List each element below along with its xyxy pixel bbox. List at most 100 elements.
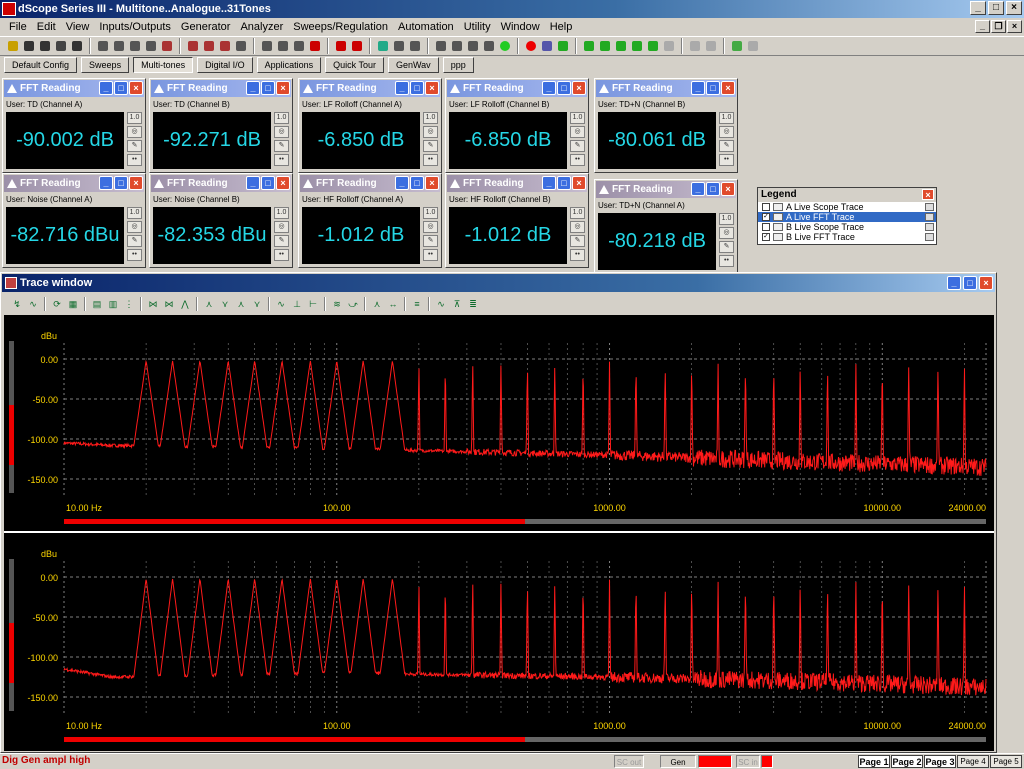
legend-item-a-scope[interactable]: A Live Scope Trace: [758, 202, 936, 212]
trace-tool-icon[interactable]: ↯: [10, 298, 24, 311]
settings-icon[interactable]: ◎: [274, 221, 289, 233]
trace-tool-icon[interactable]: ⋈: [146, 298, 160, 311]
panel-close-button[interactable]: ×: [572, 81, 586, 95]
scale-button[interactable]: 1.0: [423, 207, 438, 219]
toolbar-tool-icon[interactable]: [730, 39, 744, 53]
trace-tool-icon[interactable]: ⊼: [450, 298, 464, 311]
toolbar-tool-icon[interactable]: [614, 39, 628, 53]
more-icon[interactable]: ••: [127, 154, 142, 166]
more-icon[interactable]: ••: [423, 249, 438, 261]
minimize-button[interactable]: _: [970, 1, 986, 15]
toolbar-tool-icon[interactable]: [704, 39, 718, 53]
trace-tool-icon[interactable]: ▥: [106, 298, 120, 311]
panel-close-button[interactable]: ×: [129, 176, 143, 190]
more-icon[interactable]: ••: [719, 154, 734, 166]
toolbar-tool-icon[interactable]: [646, 39, 660, 53]
scale-button[interactable]: 1.0: [423, 112, 438, 124]
panel-maximize-button[interactable]: □: [706, 81, 720, 95]
menu-automation[interactable]: Automation: [393, 18, 459, 36]
panel-minimize-button[interactable]: _: [542, 81, 556, 95]
menu-utility[interactable]: Utility: [459, 18, 496, 36]
settings-icon[interactable]: ◎: [423, 221, 438, 233]
applications-button[interactable]: Applications: [256, 57, 322, 73]
panel-close-button[interactable]: ×: [572, 176, 586, 190]
log-icon[interactable]: ✎: [570, 235, 585, 247]
panel-close-button[interactable]: ×: [721, 81, 735, 95]
trace-tool-icon[interactable]: ∿: [26, 298, 40, 311]
scale-button[interactable]: 1.0: [570, 207, 585, 219]
sweeps-button[interactable]: Sweeps: [81, 57, 130, 73]
more-icon[interactable]: ••: [274, 249, 289, 261]
legend-checkbox-b-scope[interactable]: [762, 223, 770, 231]
menu-sweeps-regulation[interactable]: Sweeps/Regulation: [288, 18, 393, 36]
trace-tool-icon[interactable]: ⊢: [306, 298, 320, 311]
panel-maximize-button[interactable]: □: [410, 81, 424, 95]
toolbar-tool-icon[interactable]: [186, 39, 200, 53]
panel-close-button[interactable]: ×: [425, 81, 439, 95]
more-icon[interactable]: ••: [127, 249, 142, 261]
scale-button[interactable]: 1.0: [719, 112, 734, 124]
legend-item-b-scope[interactable]: B Live Scope Trace: [758, 222, 936, 232]
toolbar-tool-icon[interactable]: [556, 39, 570, 53]
trace-tool-icon[interactable]: ⟳: [50, 298, 64, 311]
scale-button[interactable]: 1.0: [719, 213, 734, 225]
menu-inputs-outputs[interactable]: Inputs/Outputs: [94, 18, 176, 36]
ppp-button[interactable]: ppp: [442, 57, 474, 73]
trace-close-button[interactable]: ×: [979, 276, 993, 290]
settings-icon[interactable]: ◎: [423, 126, 438, 138]
trace-tool-icon[interactable]: ≣: [466, 298, 480, 311]
trace-tool-icon[interactable]: ⋈: [162, 298, 176, 311]
scale-button[interactable]: 1.0: [127, 112, 142, 124]
menu-analyzer[interactable]: Analyzer: [235, 18, 288, 36]
toolbar-tool-icon[interactable]: [6, 39, 20, 53]
log-icon[interactable]: ✎: [423, 235, 438, 247]
settings-icon[interactable]: ◎: [570, 221, 585, 233]
mdi-close-button[interactable]: ×: [1007, 20, 1022, 33]
panel-maximize-button[interactable]: □: [114, 81, 128, 95]
panel-maximize-button[interactable]: □: [410, 176, 424, 190]
legend-close-button[interactable]: ×: [922, 189, 934, 200]
trace-tool-icon[interactable]: ↔: [386, 298, 400, 311]
toolbar-tool-icon[interactable]: [746, 39, 760, 53]
trace-settings-icon[interactable]: [925, 223, 934, 231]
trace-settings-icon[interactable]: [925, 213, 934, 221]
scale-button[interactable]: 1.0: [274, 207, 289, 219]
legend-item-b-fft[interactable]: ✓ B Live FFT Trace: [758, 232, 936, 242]
toolbar-tool-icon[interactable]: [202, 39, 216, 53]
mdi-restore-button[interactable]: ❐: [991, 20, 1006, 33]
trace-tool-icon[interactable]: ⤻: [346, 298, 360, 311]
log-icon[interactable]: ✎: [274, 235, 289, 247]
toolbar-tool-icon[interactable]: [160, 39, 174, 53]
toolbar-tool-icon[interactable]: [292, 39, 306, 53]
mdi-minimize-button[interactable]: _: [975, 20, 990, 33]
toolbar-tool-icon[interactable]: [450, 39, 464, 53]
toolbar-tool-icon[interactable]: [524, 39, 538, 53]
settings-icon[interactable]: ◎: [127, 126, 142, 138]
trace-tool-icon[interactable]: ⋏: [202, 298, 216, 311]
settings-icon[interactable]: ◎: [127, 221, 142, 233]
toolbar-tool-icon[interactable]: [276, 39, 290, 53]
more-icon[interactable]: ••: [274, 154, 289, 166]
panel-minimize-button[interactable]: _: [395, 81, 409, 95]
panel-maximize-button[interactable]: □: [706, 182, 720, 196]
menu-generator[interactable]: Generator: [176, 18, 236, 36]
more-icon[interactable]: ••: [570, 154, 585, 166]
toolbar-tool-icon[interactable]: [688, 39, 702, 53]
legend-checkbox-b-fft[interactable]: ✓: [762, 233, 770, 241]
trace-tool-icon[interactable]: ⋎: [218, 298, 232, 311]
toolbar-tool-icon[interactable]: [96, 39, 110, 53]
log-icon[interactable]: ✎: [127, 140, 142, 152]
toolbar-tool-icon[interactable]: [498, 39, 512, 53]
digital-io-button[interactable]: Digital I/O: [197, 57, 253, 73]
scale-button[interactable]: 1.0: [570, 112, 585, 124]
panel-minimize-button[interactable]: _: [691, 182, 705, 196]
trace-tool-icon[interactable]: ∿: [274, 298, 288, 311]
more-icon[interactable]: ••: [570, 249, 585, 261]
trace-tool-icon[interactable]: ⋎: [250, 298, 264, 311]
toolbar-tool-icon[interactable]: [540, 39, 554, 53]
toolbar-tool-icon[interactable]: [376, 39, 390, 53]
panel-close-button[interactable]: ×: [276, 176, 290, 190]
trace-tool-icon[interactable]: ⊥: [290, 298, 304, 311]
menu-file[interactable]: File: [4, 18, 32, 36]
scale-button[interactable]: 1.0: [127, 207, 142, 219]
